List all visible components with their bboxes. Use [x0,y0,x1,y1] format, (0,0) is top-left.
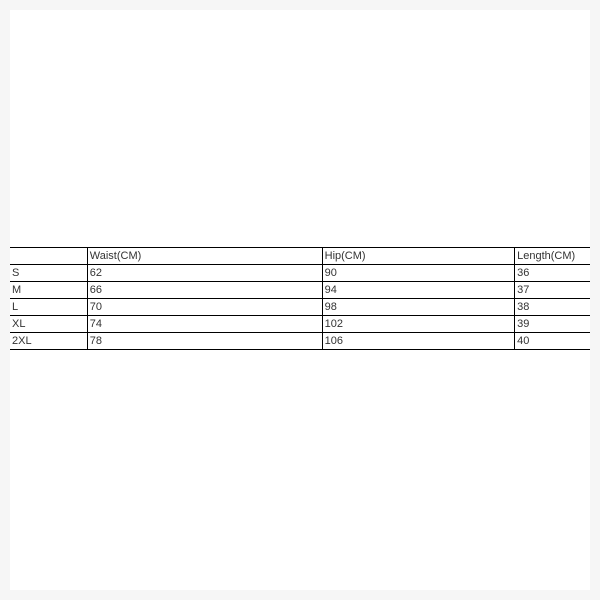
cell-hip: 102 [322,316,515,333]
cell-size: 2XL [10,333,87,350]
cell-length: 39 [515,316,590,333]
table-row: XL 74 102 39 [10,316,590,333]
table-row: M 66 94 37 [10,282,590,299]
cell-hip: 98 [322,299,515,316]
header-size [10,248,87,265]
size-chart-table: Waist(CM) Hip(CM) Length(CM) S 62 90 36 … [10,247,590,350]
cell-waist: 74 [87,316,322,333]
cell-length: 36 [515,265,590,282]
cell-size: M [10,282,87,299]
header-hip: Hip(CM) [322,248,515,265]
cell-length: 38 [515,299,590,316]
table-row: 2XL 78 106 40 [10,333,590,350]
table-header-row: Waist(CM) Hip(CM) Length(CM) [10,248,590,265]
cell-waist: 78 [87,333,322,350]
cell-waist: 62 [87,265,322,282]
cell-hip: 94 [322,282,515,299]
cell-size: L [10,299,87,316]
cell-waist: 70 [87,299,322,316]
table-row: S 62 90 36 [10,265,590,282]
table-row: L 70 98 38 [10,299,590,316]
cell-size: XL [10,316,87,333]
header-length: Length(CM) [515,248,590,265]
cell-hip: 106 [322,333,515,350]
cell-size: S [10,265,87,282]
page-container: Waist(CM) Hip(CM) Length(CM) S 62 90 36 … [10,10,590,590]
cell-length: 37 [515,282,590,299]
header-waist: Waist(CM) [87,248,322,265]
cell-hip: 90 [322,265,515,282]
cell-waist: 66 [87,282,322,299]
cell-length: 40 [515,333,590,350]
